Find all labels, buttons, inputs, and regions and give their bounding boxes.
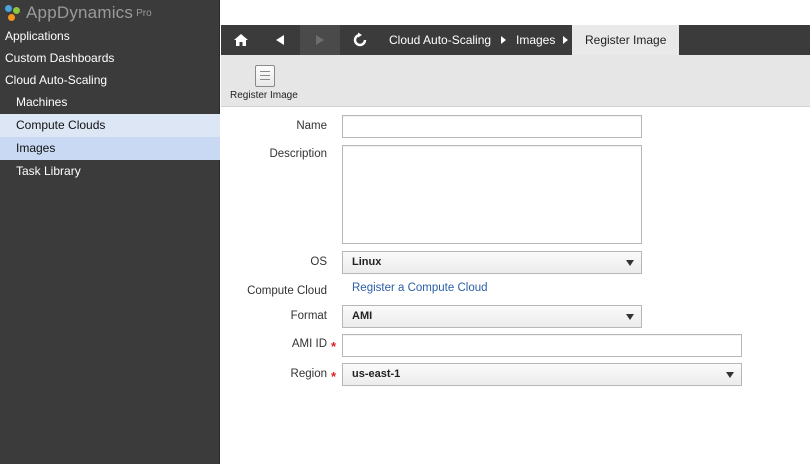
forward-button[interactable] [300, 25, 340, 55]
breadcrumb-separator-icon [563, 36, 568, 44]
sidebar-item-cloud-auto-scaling[interactable]: Cloud Auto-Scaling [0, 69, 220, 91]
home-icon [234, 34, 248, 46]
forward-arrow-icon [316, 35, 324, 45]
breadcrumb-separator-icon [501, 36, 506, 44]
region-select-value: us-east-1 [352, 368, 401, 380]
chevron-down-icon [626, 314, 634, 320]
home-button[interactable] [221, 25, 261, 55]
format-select-value: AMI [352, 310, 373, 322]
sidebar-item-task-library[interactable]: Task Library [0, 160, 220, 183]
register-image-button[interactable]: Register Image [230, 90, 298, 101]
format-select[interactable]: AMI [342, 305, 642, 328]
description-label: Description [269, 148, 327, 160]
region-select[interactable]: us-east-1 [342, 363, 742, 386]
name-input[interactable] [342, 115, 642, 138]
breadcrumb-images[interactable]: Images [516, 25, 555, 55]
os-select-value: Linux [352, 256, 382, 268]
ami-id-label: AMI ID [291, 338, 327, 350]
app-name: AppDynamics [26, 3, 134, 22]
required-marker: * [331, 339, 337, 354]
os-select[interactable]: Linux [342, 251, 642, 274]
chevron-down-icon [726, 372, 734, 378]
ami-id-input[interactable] [342, 334, 742, 357]
toolbar: Register Image [221, 55, 810, 107]
app-edition: Pro [136, 7, 152, 19]
sidebar-item-custom-dashboards[interactable]: Custom Dashboards [0, 47, 220, 69]
breadcrumb-register-image: Register Image [572, 25, 680, 55]
save-document-icon[interactable] [255, 65, 275, 87]
sidebar-item-compute-clouds[interactable]: Compute Clouds [0, 114, 220, 137]
top-navigation-bar: Cloud Auto-Scaling Images Register Image [221, 25, 810, 55]
format-label: Format [290, 310, 327, 322]
description-textarea[interactable] [342, 145, 642, 244]
refresh-icon [353, 32, 367, 47]
chevron-down-icon [626, 260, 634, 266]
name-label: Name [296, 120, 327, 132]
os-label: OS [310, 256, 327, 268]
compute-cloud-label: Compute Cloud [247, 285, 327, 297]
app-logo: AppDynamics Pro [5, 3, 152, 23]
back-arrow-icon [276, 35, 284, 45]
sidebar-item-images[interactable]: Images [0, 137, 220, 160]
sidebar-item-applications[interactable]: Applications [0, 25, 220, 47]
register-compute-cloud-link[interactable]: Register a Compute Cloud [352, 282, 488, 294]
breadcrumb-cloud-auto-scaling[interactable]: Cloud Auto-Scaling [389, 25, 491, 55]
sidebar: AppDynamics Pro Applications Custom Dash… [0, 0, 220, 464]
region-label: Region [290, 368, 327, 380]
required-marker: * [331, 369, 337, 384]
sidebar-item-machines[interactable]: Machines [0, 91, 220, 114]
appdynamics-logo-icon [5, 4, 22, 22]
refresh-button[interactable] [340, 25, 380, 55]
sidebar-nav: Applications Custom Dashboards Cloud Aut… [0, 25, 220, 183]
back-button[interactable] [260, 25, 300, 55]
